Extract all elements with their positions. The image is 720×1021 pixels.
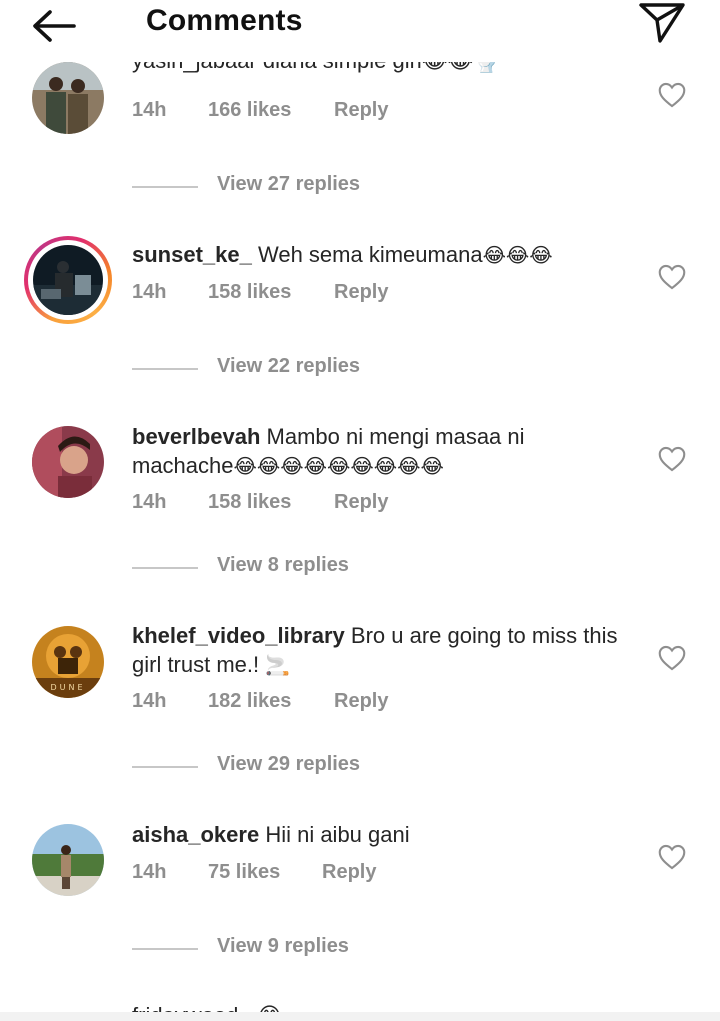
heart-icon[interactable] [658, 82, 686, 108]
view-replies-button[interactable]: View 22 replies [132, 355, 532, 383]
comment-text: sunset_ke_ Weh sema kimeumana😂😂😂 [132, 240, 622, 271]
avatar[interactable] [32, 62, 104, 134]
avatar [33, 245, 103, 315]
like-count[interactable]: 166 likes [208, 99, 291, 122]
comment-emoji: 🚬 [265, 655, 291, 677]
comments-screen: yasin_jabaar diana simple girl😂😂🚽 14h 16… [0, 0, 720, 1021]
comment-username[interactable]: khelef_video_library [132, 623, 345, 648]
replies-divider [132, 567, 198, 569]
comment-text: beverlbevah Mambo ni mengi masaa ni mach… [132, 422, 622, 482]
like-count[interactable]: 75 likes [208, 861, 280, 884]
view-replies-button[interactable]: View 8 replies [132, 554, 532, 582]
like-count[interactable]: 158 likes [208, 281, 291, 304]
top-bar: Comments [0, 0, 720, 62]
reply-button[interactable]: Reply [334, 690, 388, 713]
avatar-dune-poster: DUNE [32, 626, 104, 698]
paper-plane-icon [639, 3, 685, 43]
bottom-edge [0, 1012, 720, 1021]
heart-icon[interactable] [658, 645, 686, 671]
avatar-story-ring[interactable] [24, 236, 112, 324]
comment-time: 14h [132, 281, 167, 303]
replies-divider [132, 186, 198, 188]
avatar-photo-woman [32, 426, 104, 498]
comment-time: 14h [132, 491, 167, 513]
reply-button[interactable]: Reply [334, 99, 388, 122]
comment-time: 14h [132, 690, 167, 712]
replies-divider [132, 948, 198, 950]
back-button[interactable] [28, 4, 84, 48]
avatar[interactable] [32, 426, 104, 498]
arrow-left-icon [33, 10, 76, 42]
comment-username[interactable]: aisha_okere [132, 822, 259, 847]
comments-list[interactable]: yasin_jabaar diana simple girl😂😂🚽 14h 16… [0, 0, 720, 1021]
share-button[interactable] [636, 0, 690, 46]
like-count[interactable]: 158 likes [208, 491, 291, 514]
replies-divider [132, 766, 198, 768]
comment-text: aisha_okere Hii ni aibu gani [132, 820, 622, 849]
avatar-photo-outdoor [32, 824, 104, 896]
heart-icon[interactable] [658, 264, 686, 290]
comment-time: 14h [132, 99, 167, 121]
comment-body: Hii ni aibu gani [259, 822, 410, 847]
avatar-photo-two-men [32, 62, 104, 134]
comment-time: 14h [132, 861, 167, 883]
comment-body: Weh sema kimeumana [251, 242, 483, 267]
avatar-poster-text: DUNE [50, 683, 85, 692]
comment-username[interactable]: beverlbevah [132, 424, 260, 449]
comment-emoji: 😂😂😂 [482, 245, 553, 267]
comment-username[interactable]: sunset_ke_ [132, 242, 252, 267]
comment-emoji: 😂😂😂😂😂😂😂😂😂 [233, 456, 444, 478]
heart-icon[interactable] [658, 844, 686, 870]
reply-button[interactable]: Reply [334, 491, 388, 514]
view-replies-button[interactable]: View 27 replies [132, 173, 532, 201]
like-count[interactable]: 182 likes [208, 690, 291, 713]
avatar[interactable] [32, 824, 104, 896]
avatar-photo-night [33, 245, 103, 315]
view-replies-button[interactable]: View 29 replies [132, 753, 532, 781]
replies-divider [132, 368, 198, 370]
partial-comment-text: yasin_jabaar diana simple girl😂😂🚽 [132, 62, 612, 84]
reply-button[interactable]: Reply [334, 281, 388, 304]
view-replies-button[interactable]: View 9 replies [132, 935, 532, 963]
avatar[interactable]: DUNE [32, 626, 104, 698]
comment-text: khelef_video_library Bro u are going to … [132, 621, 622, 681]
heart-icon[interactable] [658, 446, 686, 472]
reply-button[interactable]: Reply [322, 861, 376, 884]
page-title: Comments [146, 4, 303, 37]
